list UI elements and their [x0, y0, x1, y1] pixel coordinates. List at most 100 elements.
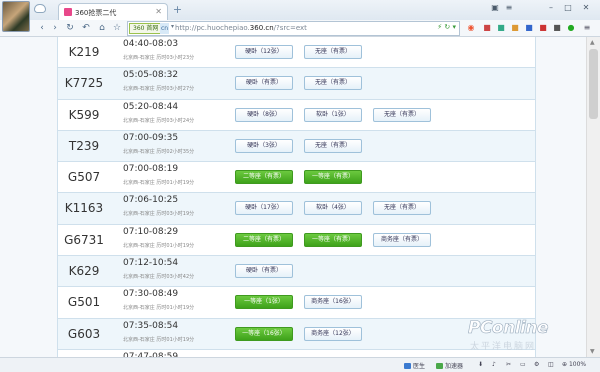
train-time: 07:30-08:49: [123, 289, 179, 300]
train-number: G501: [67, 295, 101, 310]
train-time: 07:00-08:19: [123, 164, 179, 175]
train-number: K599: [68, 107, 100, 122]
new-tab-button[interactable]: +: [172, 4, 183, 16]
train-number: G529: [58, 350, 110, 357]
split-icon[interactable]: ◫: [548, 361, 554, 368]
tab-active[interactable]: 360抢票二代 ✕: [58, 3, 168, 20]
train-route: 北京西-石家庄 历时01小时19分: [123, 242, 195, 249]
scroll-up-icon[interactable]: ▲: [590, 39, 595, 46]
settings-icon[interactable]: ⚙: [534, 361, 539, 368]
minimize-icon[interactable]: –: [545, 3, 557, 12]
site-badge[interactable]: 360 首网: [129, 23, 163, 34]
sound-icon[interactable]: ♪: [492, 361, 496, 368]
watermark-logo: PConline: [468, 318, 549, 339]
vertical-scrollbar[interactable]: ▲ ▼: [586, 37, 600, 357]
train-route: 北京西-石家庄 历时03小时24分: [123, 117, 195, 124]
extension-icon-1[interactable]: ■: [482, 23, 492, 33]
navigation-toolbar: ‹ › ↻ ↶ ⌂ ☆ 360 首网 cn ▾ http://pc.huoche…: [0, 20, 600, 37]
seat-button[interactable]: 商务座（12张）: [304, 326, 362, 341]
window-icon[interactable]: ▭: [520, 361, 526, 368]
doctor-item[interactable]: 医生: [404, 361, 425, 370]
browser-menu-icon[interactable]: ≡: [582, 23, 592, 33]
train-route: 北京西-石家庄 历时01小时19分: [123, 305, 195, 312]
train-number: K629: [68, 264, 100, 279]
train-route: 北京西-石家庄 历时01小时19分: [123, 180, 195, 187]
seat-button[interactable]: 软卧（1张）: [304, 107, 362, 122]
url-text[interactable]: http://pc.huochepiao.360.cn/?src=ext: [175, 24, 307, 32]
seat-button[interactable]: 一等座（有票）: [304, 170, 362, 185]
address-bar-actions[interactable]: ⚡ ↻ ▾: [437, 23, 456, 31]
train-row: G507 07:00-08:19 北京西-石家庄 历时01小时19分 二等座（有票） 一…: [57, 162, 536, 194]
domain-badge[interactable]: cn: [160, 23, 169, 34]
undo-close-icon[interactable]: ↶: [80, 22, 92, 34]
forward-icon[interactable]: ›: [49, 22, 61, 34]
train-row: K599 05:20-08:44 北京西-石家庄 历时03小时24分 硬卧（8张） 软卧…: [57, 99, 536, 131]
seat-button[interactable]: 无座（有票）: [304, 45, 362, 59]
seat-button[interactable]: 硬卧（3张）: [235, 138, 293, 153]
seat-button[interactable]: 一等座（有票）: [304, 232, 362, 247]
extension-icon-3[interactable]: ■: [510, 23, 520, 33]
badge-dropdown-icon[interactable]: ▾: [171, 23, 174, 30]
train-row: G501 07:30-08:49 北京西-石家庄 历时01小时19分 一等座（1张） 商…: [57, 287, 536, 319]
tab-favicon-icon: [64, 8, 72, 16]
train-number: K1163: [64, 201, 104, 216]
seat-button[interactable]: 硬卧（12张）: [235, 45, 293, 59]
extension-icon-4[interactable]: ■: [524, 23, 534, 33]
seat-button[interactable]: 无座（有票）: [373, 107, 431, 122]
train-row: T239 07:00-09:35 北京西-石家庄 历时02小时35分 硬卧（3张） 无座…: [57, 130, 536, 163]
train-route: 北京西-石家庄 历时03小时23分: [123, 55, 195, 61]
seat-button[interactable]: 商务座（有票）: [373, 232, 431, 247]
train-row: G6731 07:10-08:29 北京西-石家庄 历时01小时19分 二等座（有票）…: [57, 224, 536, 257]
train-time: 05:05-08:32: [123, 70, 179, 81]
train-row: G603 07:35-08:54 北京西-石家庄 历时01小时19分 一等座（16张）…: [57, 318, 536, 350]
scrollbar-thumb[interactable]: [589, 49, 598, 119]
scroll-down-icon[interactable]: ▼: [590, 348, 595, 355]
seat-button[interactable]: 商务座（16张）: [304, 295, 362, 310]
train-time: 07:00-09:35: [123, 132, 179, 143]
seat-button[interactable]: 无座（有票）: [304, 138, 362, 153]
seat-button[interactable]: 无座（有票）: [304, 76, 362, 91]
screenshot-icon[interactable]: ✂: [506, 361, 511, 368]
tab-title: 360抢票二代: [75, 9, 117, 17]
tab-close-icon[interactable]: ✕: [155, 7, 162, 16]
extension-icon-5[interactable]: ■: [538, 23, 548, 33]
seat-button[interactable]: 硬卧（有票）: [235, 76, 293, 91]
train-number: T239: [68, 138, 100, 153]
extension-icon-7[interactable]: ●: [566, 23, 576, 33]
seat-button[interactable]: 硬卧（8张）: [235, 107, 293, 122]
cloud-sync-icon[interactable]: [34, 4, 46, 13]
zoom-level[interactable]: ⊕ 100%: [562, 361, 586, 368]
train-route: 北京西-石家庄 历时03小时19分: [123, 211, 195, 218]
watermark-subtitle: 太平洋电脑网: [470, 342, 537, 352]
user-avatar[interactable]: [2, 1, 30, 32]
address-bar[interactable]: 360 首网 cn ▾ http://pc.huochepiao.360.cn/…: [127, 21, 460, 36]
seat-button[interactable]: 硬卧（17张）: [235, 201, 293, 216]
train-number: G507: [67, 170, 101, 185]
accelerator-item[interactable]: 加速器: [436, 361, 463, 370]
seat-button[interactable]: 一等座（16张）: [235, 326, 293, 341]
seat-button[interactable]: 硬卧（有票）: [235, 264, 293, 279]
skin-icon[interactable]: ▣: [489, 3, 501, 12]
seat-button[interactable]: 二等座（有票）: [235, 170, 293, 185]
train-route: 北京西-石家庄 历时02小时35分: [123, 148, 195, 155]
menu-icon[interactable]: ≡: [503, 3, 515, 12]
back-icon[interactable]: ‹: [36, 22, 48, 34]
seat-button[interactable]: 软卧（4张）: [304, 201, 362, 216]
train-row: K219 04:40-08:03 北京西-石家庄 历时03小时23分 硬卧（12张） 无…: [57, 37, 536, 69]
home-icon[interactable]: ⌂: [96, 22, 108, 34]
train-time: 05:20-08:44: [123, 101, 179, 112]
maximize-icon[interactable]: □: [562, 3, 574, 12]
seat-button[interactable]: 一等座（1张）: [235, 295, 293, 310]
seat-button[interactable]: 无座（有票）: [373, 201, 431, 216]
extension-icon-6[interactable]: ■: [552, 23, 562, 33]
favorite-star-icon[interactable]: ☆: [111, 22, 123, 34]
train-time: 07:12-10:54: [123, 258, 179, 269]
train-route: 北京西-石家庄 历时01小时19分: [123, 336, 195, 343]
close-window-icon[interactable]: ✕: [580, 3, 592, 12]
search-engine-icon[interactable]: ◉: [466, 23, 476, 33]
refresh-icon[interactable]: ↻: [64, 22, 76, 34]
seat-button[interactable]: 二等座（有票）: [235, 232, 293, 247]
train-row: K7725 05:05-08:32 北京西-石家庄 历时03小时27分 硬卧（有票） 无…: [57, 68, 536, 100]
extension-icon-2[interactable]: ■: [496, 23, 506, 33]
download-icon[interactable]: ⬇: [478, 361, 483, 368]
